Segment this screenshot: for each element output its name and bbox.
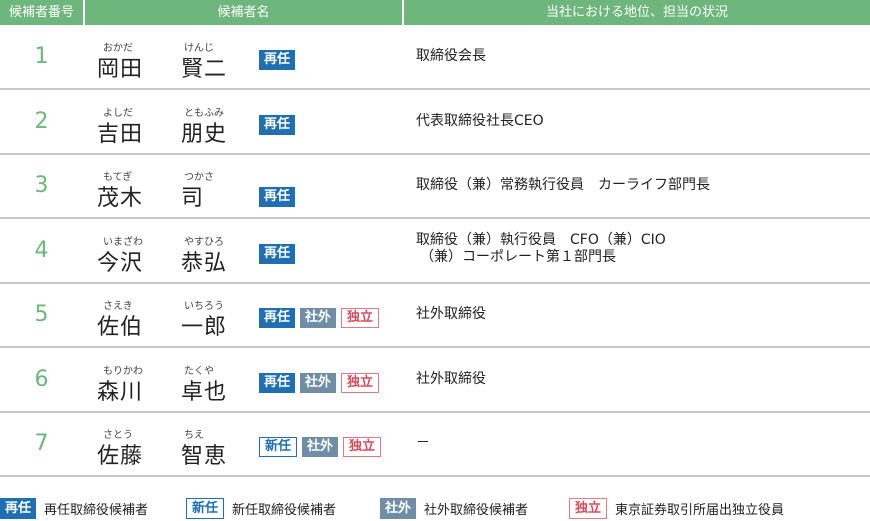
candidate-number: 5 (34, 302, 49, 327)
status-badge: 再任 (259, 50, 296, 70)
status-badges: 再任 (259, 187, 296, 207)
header-candidate-number: 候補者番号 (0, 0, 83, 25)
candidate-number: 7 (34, 431, 49, 456)
legend-item-dokuritsu: 独立 東京証券取引所届出独立役員 (569, 498, 784, 519)
status-badge: 再任 (259, 372, 296, 393)
legend-text-shinnin: 新任取締役候補者 (232, 503, 337, 518)
surname: 岡田 (97, 57, 144, 82)
position-line-1: 取締役会長 (416, 48, 486, 64)
legend-badge-sainin: 再任 (0, 498, 37, 519)
status-badges: 再任 社外 独立 (259, 308, 380, 328)
position-text: 取締役会長 (416, 48, 486, 65)
status-badge: 再任 (259, 308, 296, 328)
candidate-number: 3 (34, 173, 49, 198)
candidate-number: 1 (34, 44, 49, 69)
status-badges: 再任 社外 独立 (259, 372, 380, 393)
badge-legend: 再任 再任取締役候補者 新任 新任取締役候補者 社外 社外取締役候補者 独立 東… (0, 498, 870, 520)
status-badge: 社外 (300, 308, 337, 328)
position-line-1: 取締役（兼）執行役員 CFO（兼）CIO (416, 231, 666, 248)
legend-text-shagai: 社外取締役候補者 (424, 503, 529, 518)
surname: 佐藤 (97, 444, 144, 469)
status-badge: 独立 (343, 437, 382, 457)
given-name: 一郎 (181, 315, 228, 340)
surname: 佐伯 (97, 315, 144, 340)
position-text: － (416, 435, 430, 452)
legend-item-shinnin: 新任 新任取締役候補者 (186, 498, 336, 519)
legend-text-sainin: 再任取締役候補者 (44, 503, 149, 518)
status-badge: 新任 (259, 437, 298, 457)
status-badge: 再任 (259, 187, 296, 207)
status-badges: 再任 (259, 114, 296, 135)
legend-item-sainin: 再任 再任取締役候補者 (0, 498, 148, 519)
given-name: 卓也 (181, 379, 228, 405)
given-name: 智恵 (181, 444, 228, 469)
position-text: 取締役（兼）常務執行役員 カーライフ部門長 (416, 177, 710, 194)
surname: 吉田 (97, 121, 144, 147)
status-badge: 独立 (341, 308, 380, 328)
position-text: 取締役（兼）執行役員 CFO（兼）CIO （兼）コーポレート第１部門長 (416, 232, 666, 266)
status-badge: 再任 (259, 114, 296, 135)
table-header: 候補者番号 候補者名 当社における地位、担当の状況 (0, 0, 870, 25)
surname: 森川 (97, 379, 144, 405)
status-badge: 再任 (259, 243, 296, 264)
status-badge: 独立 (341, 372, 380, 393)
status-badge: 社外 (300, 372, 337, 393)
table-row: 5 さえき いちろう 佐伯 一郎 再任 社外 独立 社外取締役 (0, 284, 870, 348)
legend-badge-dokuritsu: 独立 (569, 498, 608, 519)
legend-item-shagai: 社外 社外取締役候補者 (380, 498, 528, 519)
given-name: 司 (181, 186, 205, 211)
status-badges: 再任 (259, 243, 296, 264)
position-line-1: 代表取締役社長CEO (416, 112, 544, 129)
table-row: 3 もてぎ つかさ 茂木司再任 取締役（兼）常務執行役員 カーライフ部門長 (0, 155, 870, 219)
position-text: 社外取締役 (416, 371, 486, 388)
table-row: 1 おかだ けんじ 岡田 賢二 再任 取締役会長 (0, 26, 870, 90)
header-candidate-name: 候補者名 (85, 0, 402, 25)
candidate-number: 6 (34, 366, 49, 392)
table-row: 2 よしだ ともふみ 吉田 朋史 再任 代表取締役社長CEO (0, 91, 870, 155)
position-line-1: 社外取締役 (416, 306, 486, 322)
position-text: 代表取締役社長CEO (416, 113, 544, 130)
status-badges: 新任 社外 独立 (259, 437, 382, 457)
position-line-1: － (416, 435, 430, 451)
table-row: 7 さとう ちえ 佐藤 智恵 新任 社外 独立－ (0, 413, 870, 477)
status-badges: 再任 (259, 50, 296, 70)
given-name: 恭弘 (181, 250, 228, 276)
position-line-1: 社外取締役 (416, 370, 486, 387)
table-row: 6 もりかわ たくや 森川 卓也 再任 社外 独立 社外取締役 (0, 349, 870, 413)
surname: 茂木 (97, 186, 144, 211)
table-row: 4 いまざわ やすひろ 今沢 恭弘 再任 取締役（兼）執行役員 CFO（兼）CIO （兼）コー… (0, 220, 870, 284)
position-line-2: （兼）コーポレート第１部門長 (420, 248, 616, 265)
position-line-1: 取締役（兼）常務執行役員 カーライフ部門長 (416, 177, 710, 193)
header-position: 当社における地位、担当の状況 (404, 0, 870, 25)
position-text: 社外取締役 (416, 306, 486, 323)
given-name: 賢二 (181, 57, 228, 82)
status-badge: 社外 (302, 437, 339, 457)
given-name: 朋史 (181, 121, 228, 147)
candidate-number: 4 (34, 237, 49, 263)
candidate-number: 2 (34, 108, 49, 134)
surname: 今沢 (97, 250, 144, 276)
legend-badge-shagai: 社外 (380, 498, 417, 519)
legend-text-dokuritsu: 東京証券取引所届出独立役員 (615, 503, 785, 518)
legend-badge-shinnin: 新任 (186, 498, 225, 519)
